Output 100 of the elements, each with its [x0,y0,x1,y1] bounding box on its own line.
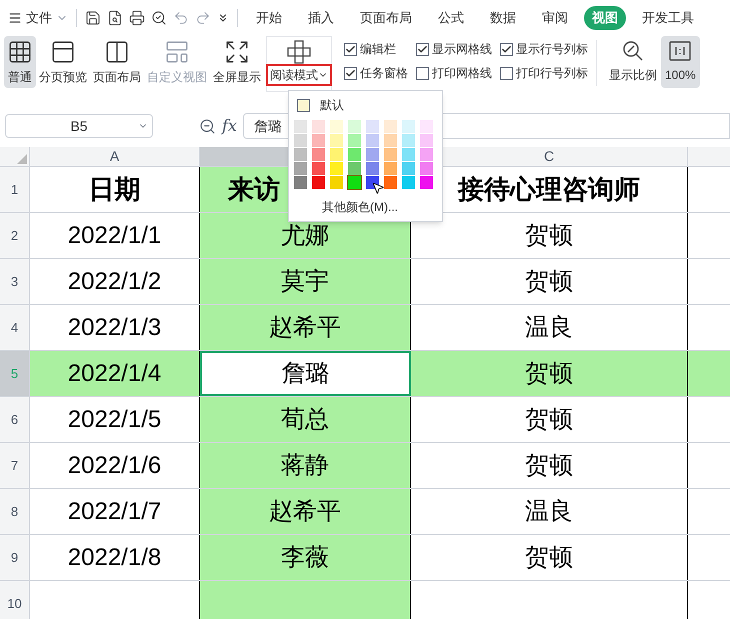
row-header[interactable]: 6 [0,397,30,442]
cursor-icon [371,181,385,195]
reading-mode-icon [286,39,312,65]
color-swatch[interactable] [366,148,379,161]
color-swatch[interactable] [312,134,325,147]
view-button[interactable]: 全屏显示 [210,36,264,88]
print-icon[interactable] [129,10,145,26]
page-icon [50,39,76,65]
color-swatch[interactable] [420,162,433,175]
row-header[interactable]: 3 [0,259,30,304]
color-swatch[interactable] [330,134,343,147]
color-swatch[interactable] [402,162,415,175]
ribbon-tab[interactable]: 开发工具 [632,6,704,30]
color-swatch[interactable] [330,120,343,133]
option-checkbox[interactable]: 打印行号列标 [500,64,588,82]
ribbon-tab[interactable]: 公式 [428,6,474,30]
ribbon-tab[interactable]: 开始 [246,6,292,30]
color-swatch[interactable] [348,162,361,175]
color-swatch[interactable] [330,176,343,189]
print-preview-icon[interactable] [151,10,167,26]
color-swatch[interactable] [384,120,397,133]
color-swatch[interactable] [384,176,397,189]
check-icon [345,44,356,54]
color-swatch[interactable] [384,148,397,161]
color-swatch[interactable] [420,134,433,147]
check-icon [345,68,356,78]
color-swatch[interactable] [312,148,325,161]
color-swatch[interactable] [420,176,433,189]
row-header[interactable]: 4 [0,305,30,350]
check-icon [417,44,428,54]
grid-icon [7,39,33,65]
row-header[interactable]: 9 [0,535,30,580]
table-cell: 赵希平 [200,305,411,350]
color-swatch[interactable] [294,134,307,147]
color-swatch[interactable] [312,120,325,133]
zoom-icon [621,39,645,63]
option-checkbox[interactable]: 任务窗格 [344,64,408,82]
columns-icon [104,39,130,65]
color-swatch[interactable] [420,148,433,161]
option-checkbox[interactable]: 编辑栏 [344,40,408,58]
table-cell: 李薇 [200,535,411,580]
color-swatch[interactable] [348,148,361,161]
color-swatch[interactable] [384,162,397,175]
row-header[interactable]: 1 [0,167,30,212]
view-button[interactable]: 分页预览 [36,36,90,88]
color-swatch[interactable] [348,120,361,133]
fullscreen-icon [224,39,250,65]
option-checkbox[interactable]: 显示网格线 [416,40,492,58]
color-swatch[interactable] [402,134,415,147]
file-menu[interactable]: 文件 [8,8,68,28]
table-cell: 蒋静 [200,443,411,488]
color-swatch[interactable] [312,176,325,189]
table-cell: 莫宇 [200,259,411,304]
ribbon-tab[interactable]: 页面布局 [350,6,422,30]
color-swatch[interactable] [384,134,397,147]
more-icon[interactable] [217,12,229,24]
row-header[interactable]: 8 [0,489,30,534]
layout-icon [164,39,190,65]
color-swatch[interactable] [312,162,325,175]
ratio-icon [668,39,692,63]
export-icon[interactable] [107,10,123,26]
color-swatch[interactable] [294,176,307,189]
color-swatch[interactable] [402,120,415,133]
color-swatch[interactable] [402,148,415,161]
table-cell: 詹璐 [200,351,411,396]
option-checkbox[interactable]: 显示行号列标 [500,40,588,58]
check-icon [501,44,512,54]
color-swatch[interactable] [366,134,379,147]
row-header[interactable]: 2 [0,213,30,258]
color-swatch[interactable] [294,162,307,175]
option-checkbox[interactable]: 打印网格线 [416,64,492,82]
save-icon[interactable] [85,10,101,26]
color-swatch[interactable] [366,120,379,133]
color-swatch[interactable] [366,162,379,175]
color-swatch[interactable] [330,162,343,175]
select-all-icon[interactable] [17,154,27,164]
zoom-button[interactable]: 100% [661,36,700,88]
row-header[interactable]: 10 [0,581,30,619]
ribbon-tab[interactable]: 插入 [298,6,344,30]
zoom-out-icon[interactable] [199,118,216,134]
row-header[interactable]: 7 [0,443,30,488]
ribbon-tab[interactable]: 审阅 [532,6,578,30]
color-swatch[interactable] [294,148,307,161]
view-button[interactable]: 普通 [4,36,36,88]
color-swatch[interactable] [294,120,307,133]
undo-icon[interactable] [173,10,189,26]
color-swatch[interactable] [402,176,415,189]
color-swatch[interactable] [348,176,361,189]
color-swatch[interactable] [420,120,433,133]
zoom-button[interactable]: 显示比例 [605,36,661,88]
function-button[interactable]: fx [222,114,237,138]
table-cell: 赵希平 [200,489,411,534]
table-cell: 荀总 [200,397,411,442]
redo-icon[interactable] [195,10,211,26]
default-color-option[interactable]: 默认 [297,96,442,114]
ribbon-tab[interactable]: 数据 [480,6,526,30]
view-button[interactable]: 页面布局 [90,36,144,88]
color-swatch[interactable] [348,134,361,147]
color-swatch[interactable] [330,148,343,161]
name-box[interactable]: B5 [5,114,153,138]
